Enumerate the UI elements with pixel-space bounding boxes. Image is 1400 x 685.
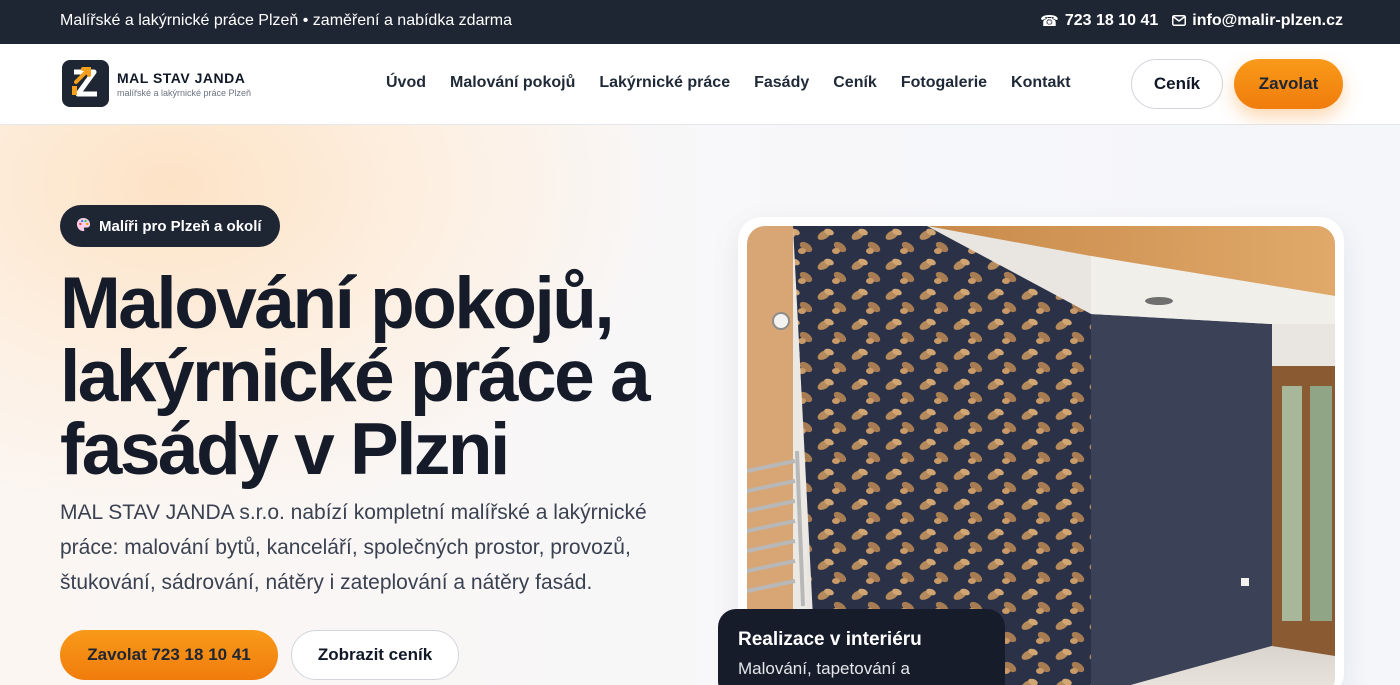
hero-badge-text: Malíři pro Plzeň a okolí bbox=[99, 217, 262, 235]
logo-brand: MAL STAV JANDA bbox=[117, 69, 246, 86]
logo-subtitle: malířské a lakýrnické práce Plzeň bbox=[117, 87, 252, 98]
top-bar-email[interactable]: info@malir-plzen.cz bbox=[1172, 12, 1343, 30]
logo[interactable]: MAL STAV JANDA malířské a lakýrnické prá… bbox=[62, 60, 255, 107]
top-bar-contacts: ☎ 723 18 10 41 info@malir-plzen.cz bbox=[1040, 12, 1343, 30]
photo-caption-text: Malování, tapetování a bbox=[738, 659, 911, 678]
hero-pricing-button[interactable]: Zobrazit ceník bbox=[291, 630, 459, 680]
hero-section: Malíři pro Plzeň a okolí Malování pokojů… bbox=[0, 125, 1400, 685]
pricing-button[interactable]: Ceník bbox=[1131, 59, 1223, 109]
hero-call-button[interactable]: Zavolat 723 18 10 41 bbox=[60, 630, 278, 680]
top-bar: Malířské a lakýrnické práce Plzeň • zamě… bbox=[0, 0, 1400, 44]
logo-texts: MAL STAV JANDA malířské a lakýrnické prá… bbox=[117, 70, 255, 98]
site-header: MAL STAV JANDA malířské a lakýrnické prá… bbox=[0, 44, 1400, 125]
logo-mark-icon bbox=[62, 60, 109, 107]
top-bar-email-text: info@malir-plzen.cz bbox=[1192, 12, 1343, 29]
call-button[interactable]: Zavolat bbox=[1234, 59, 1343, 109]
nav-item-cenik[interactable]: Ceník bbox=[833, 74, 877, 92]
mail-icon bbox=[1172, 13, 1187, 30]
main-nav: Úvod Malování pokojů Lakýrnické práce Fa… bbox=[386, 74, 1095, 92]
hero-badge: Malíři pro Plzeň a okolí bbox=[60, 205, 280, 247]
nav-item-kontakt[interactable]: Kontakt bbox=[1011, 74, 1071, 92]
nav-item-lakyrnicke-prace[interactable]: Lakýrnické práce bbox=[599, 74, 730, 92]
top-bar-tagline: Malířské a lakýrnické práce Plzeň • zamě… bbox=[60, 12, 513, 29]
hero-headline: Malování pokojů, lakýrnické práce a fasá… bbox=[60, 263, 651, 490]
nav-item-fasady[interactable]: Fasády bbox=[754, 74, 809, 92]
nav-item-fotogalerie[interactable]: Fotogalerie bbox=[901, 74, 987, 92]
photo-caption-title: Realizace v interiéru bbox=[738, 629, 922, 650]
top-bar-phone[interactable]: ☎ 723 18 10 41 bbox=[1040, 12, 1158, 30]
hero-lead: MAL STAV JANDA s.r.o. nabízí kompletní m… bbox=[60, 501, 647, 594]
nav-item-malovani-pokoju[interactable]: Malování pokojů bbox=[450, 74, 575, 92]
nav-item-uvod[interactable]: Úvod bbox=[386, 74, 426, 92]
phone-icon: ☎ bbox=[1040, 13, 1059, 30]
top-bar-phone-text: 723 18 10 41 bbox=[1064, 12, 1159, 29]
photo-caption-card: Realizace v interiéru Malování, tapetová… bbox=[718, 609, 1005, 685]
palette-icon bbox=[76, 217, 91, 235]
